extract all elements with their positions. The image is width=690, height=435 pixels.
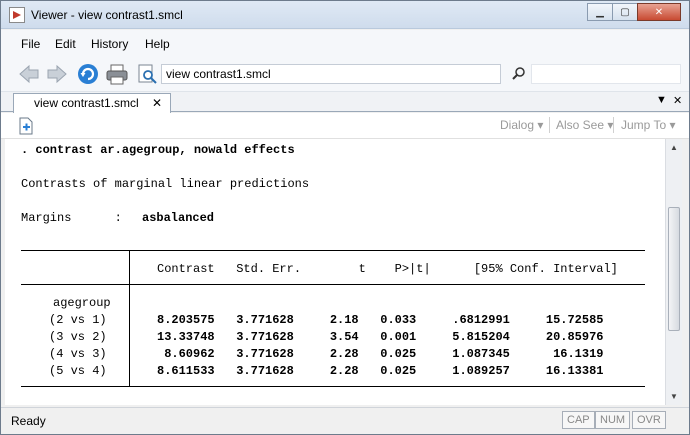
menu-help[interactable]: Help (145, 37, 170, 51)
margins-value: asbalanced (142, 211, 215, 225)
close-window-button[interactable]: ✕ (637, 3, 681, 21)
dialog-menu-button[interactable]: Dialog ▾ (500, 118, 543, 132)
toolbar-separator (613, 117, 614, 133)
content-toolbar: Dialog ▾ Also See ▾ Jump To ▾ (1, 113, 689, 139)
status-text: Ready (11, 414, 46, 428)
num-lock-indicator: NUM (595, 411, 631, 429)
search-icon[interactable] (509, 62, 529, 86)
viewer-window: Viewer - view contrast1.smcl ▁ ▢ ✕ File … (0, 0, 690, 435)
command-line: . contrast ar.agegroup, nowald effects (21, 143, 295, 157)
back-arrow-icon[interactable] (17, 62, 41, 86)
table-header-rule (21, 284, 645, 285)
margins-label: Margins : (21, 211, 122, 225)
table-header: Contrast Std. Err. t P>|t| [95% Conf. In… (157, 262, 618, 276)
tab-close-icon[interactable]: ✕ (152, 96, 162, 110)
window-title: Viewer - view contrast1.smcl (31, 8, 183, 22)
overwrite-indicator: OVR (632, 411, 666, 429)
tab-view-contrast1[interactable]: view contrast1.smcl ✕ (13, 93, 171, 113)
print-icon[interactable] (105, 62, 129, 86)
status-bar: Ready CAP NUM OVR (1, 407, 689, 434)
toolbar-separator (549, 117, 550, 133)
find-in-page-icon[interactable] (135, 62, 159, 86)
table-row: 8.203575 3.771628 2.18 0.033 .6812991 15… (157, 313, 604, 327)
maximize-button[interactable]: ▢ (612, 3, 638, 21)
command-address-input[interactable]: view contrast1.smcl (161, 64, 501, 84)
jump-to-menu-button[interactable]: Jump To ▾ (621, 118, 676, 132)
also-see-menu-button[interactable]: Also See ▾ (556, 118, 613, 132)
row-label-agegroup: agegroup (53, 296, 111, 310)
scroll-up-arrow-icon[interactable]: ▲ (666, 139, 682, 155)
menu-bar: File Edit History Help (1, 30, 689, 56)
window-controls: ▁ ▢ ✕ (587, 3, 681, 21)
caps-lock-indicator: CAP (562, 411, 595, 429)
app-icon (9, 7, 25, 23)
row-label: (5 vs 4) (49, 364, 107, 378)
menu-file[interactable]: File (21, 37, 40, 51)
search-input[interactable] (531, 64, 681, 84)
menu-edit[interactable]: Edit (55, 37, 76, 51)
row-label: (2 vs 1) (49, 313, 107, 327)
table-row: 13.33748 3.771628 3.54 0.001 5.815204 20… (157, 330, 604, 344)
row-label: (3 vs 2) (49, 330, 107, 344)
title-bar: Viewer - view contrast1.smcl ▁ ▢ ✕ (1, 1, 689, 29)
table-column-divider (129, 250, 130, 386)
forward-arrow-icon[interactable] (45, 62, 69, 86)
refresh-icon[interactable] (76, 62, 100, 86)
new-viewer-tab-icon[interactable] (17, 117, 35, 135)
table-row: 8.611533 3.771628 2.28 0.025 1.089257 16… (157, 364, 604, 378)
tab-strip: view contrast1.smcl ✕ ▼ ✕ (1, 92, 689, 113)
tab-label: view contrast1.smcl (34, 96, 139, 110)
tab-close-all-icon[interactable]: ✕ (673, 94, 682, 107)
scrollbar-thumb[interactable] (668, 207, 680, 331)
results-heading: Contrasts of marginal linear predictions (21, 177, 310, 191)
scroll-down-arrow-icon[interactable]: ▼ (666, 388, 682, 404)
tab-list-dropdown-icon[interactable]: ▼ (656, 94, 667, 106)
menu-history[interactable]: History (91, 37, 128, 51)
table-row: 8.60962 3.771628 2.28 0.025 1.087345 16.… (157, 347, 604, 361)
results-pane[interactable]: . contrast ar.agegroup, nowald effects C… (5, 139, 665, 405)
toolbar: view contrast1.smcl (1, 56, 689, 92)
vertical-scrollbar[interactable]: ▲ ▼ (665, 139, 682, 405)
table-top-rule (21, 250, 645, 251)
row-label: (4 vs 3) (49, 347, 107, 361)
table-bottom-rule (21, 386, 645, 387)
minimize-button[interactable]: ▁ (587, 3, 613, 21)
